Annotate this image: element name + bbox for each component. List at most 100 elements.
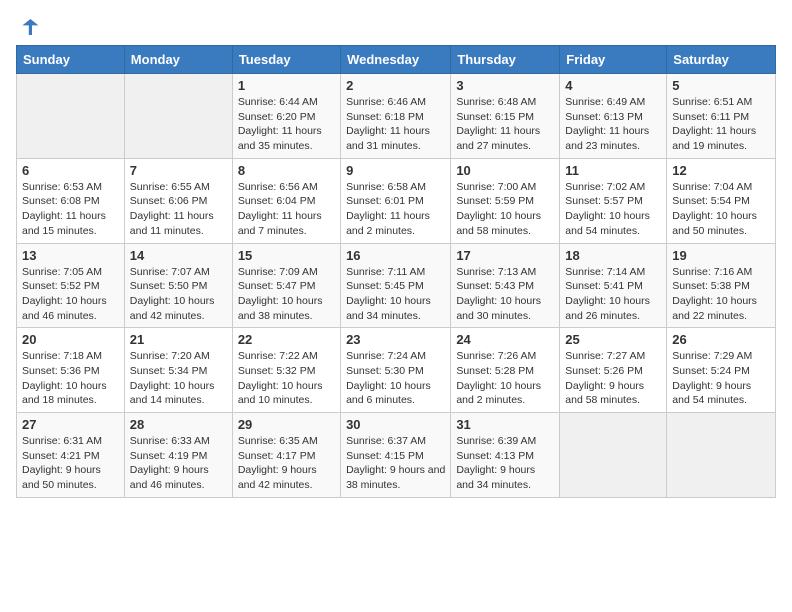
calendar-table: SundayMondayTuesdayWednesdayThursdayFrid… bbox=[16, 45, 776, 498]
day-info: Sunrise: 7:22 AM Sunset: 5:32 PM Dayligh… bbox=[238, 349, 335, 408]
day-number: 11 bbox=[565, 163, 661, 178]
calendar-cell bbox=[560, 413, 667, 498]
day-number: 3 bbox=[456, 78, 554, 93]
day-number: 12 bbox=[672, 163, 770, 178]
calendar-cell: 2 Sunrise: 6:46 AM Sunset: 6:18 PM Daylig… bbox=[341, 74, 451, 159]
weekday-header-friday: Friday bbox=[560, 46, 667, 74]
day-number: 27 bbox=[22, 417, 119, 432]
calendar-week-row: 1 Sunrise: 6:44 AM Sunset: 6:20 PM Daylig… bbox=[17, 74, 776, 159]
day-info: Sunrise: 7:24 AM Sunset: 5:30 PM Dayligh… bbox=[346, 349, 445, 408]
weekday-header-thursday: Thursday bbox=[451, 46, 560, 74]
calendar-cell: 7 Sunrise: 6:55 AM Sunset: 6:06 PM Daylig… bbox=[124, 158, 232, 243]
calendar-cell: 8Sunrise: 6:56 AM Sunset: 6:04 PM Daylig… bbox=[232, 158, 340, 243]
day-number: 7 bbox=[130, 163, 227, 178]
day-info: Sunrise: 7:18 AM Sunset: 5:36 PM Dayligh… bbox=[22, 349, 119, 408]
day-number: 21 bbox=[130, 332, 227, 347]
calendar-cell: 11 Sunrise: 7:02 AM Sunset: 5:57 PM Dayli… bbox=[560, 158, 667, 243]
day-number: 30 bbox=[346, 417, 445, 432]
day-info: Sunrise: 6:44 AM Sunset: 6:20 PM Dayligh… bbox=[238, 95, 335, 154]
day-number: 19 bbox=[672, 248, 770, 263]
day-number: 31 bbox=[456, 417, 554, 432]
calendar-cell: 30 Sunrise: 6:37 AM Sunset: 4:15 PM Dayli… bbox=[341, 413, 451, 498]
day-number: 8 bbox=[238, 163, 335, 178]
day-number: 23 bbox=[346, 332, 445, 347]
calendar-cell: 3Sunrise: 6:48 AM Sunset: 6:15 PM Daylig… bbox=[451, 74, 560, 159]
day-info: Sunrise: 7:11 AM Sunset: 5:45 PM Dayligh… bbox=[346, 265, 445, 324]
day-number: 9 bbox=[346, 163, 445, 178]
day-number: 18 bbox=[565, 248, 661, 263]
calendar-cell: 5 Sunrise: 6:51 AM Sunset: 6:11 PM Daylig… bbox=[667, 74, 776, 159]
day-info: Sunrise: 6:49 AM Sunset: 6:13 PM Dayligh… bbox=[565, 95, 661, 154]
day-number: 13 bbox=[22, 248, 119, 263]
header bbox=[16, 16, 776, 37]
day-number: 29 bbox=[238, 417, 335, 432]
day-info: Sunrise: 7:20 AM Sunset: 5:34 PM Dayligh… bbox=[130, 349, 227, 408]
day-info: Sunrise: 7:09 AM Sunset: 5:47 PM Dayligh… bbox=[238, 265, 335, 324]
day-number: 22 bbox=[238, 332, 335, 347]
day-number: 10 bbox=[456, 163, 554, 178]
calendar-cell: 14Sunrise: 7:07 AM Sunset: 5:50 PM Dayli… bbox=[124, 243, 232, 328]
calendar-week-row: 13 Sunrise: 7:05 AM Sunset: 5:52 PM Dayli… bbox=[17, 243, 776, 328]
day-info: Sunrise: 7:16 AM Sunset: 5:38 PM Dayligh… bbox=[672, 265, 770, 324]
day-info: Sunrise: 7:00 AM Sunset: 5:59 PM Dayligh… bbox=[456, 180, 554, 239]
day-number: 25 bbox=[565, 332, 661, 347]
calendar-cell: 4 Sunrise: 6:49 AM Sunset: 6:13 PM Daylig… bbox=[560, 74, 667, 159]
calendar-week-row: 6 Sunrise: 6:53 AM Sunset: 6:08 PM Daylig… bbox=[17, 158, 776, 243]
calendar-cell: 13 Sunrise: 7:05 AM Sunset: 5:52 PM Dayli… bbox=[17, 243, 125, 328]
calendar-cell: 21 Sunrise: 7:20 AM Sunset: 5:34 PM Dayli… bbox=[124, 328, 232, 413]
calendar-cell: 18 Sunrise: 7:14 AM Sunset: 5:41 PM Dayli… bbox=[560, 243, 667, 328]
calendar-cell: 27 Sunrise: 6:31 AM Sunset: 4:21 PM Dayli… bbox=[17, 413, 125, 498]
calendar-cell: 12 Sunrise: 7:04 AM Sunset: 5:54 PM Dayli… bbox=[667, 158, 776, 243]
day-info: Sunrise: 7:05 AM Sunset: 5:52 PM Dayligh… bbox=[22, 265, 119, 324]
day-info: Sunrise: 6:31 AM Sunset: 4:21 PM Dayligh… bbox=[22, 434, 119, 493]
day-number: 2 bbox=[346, 78, 445, 93]
calendar-cell: 28 Sunrise: 6:33 AM Sunset: 4:19 PM Dayli… bbox=[124, 413, 232, 498]
weekday-header-monday: Monday bbox=[124, 46, 232, 74]
day-number: 4 bbox=[565, 78, 661, 93]
day-number: 15 bbox=[238, 248, 335, 263]
day-number: 17 bbox=[456, 248, 554, 263]
calendar-cell: 23 Sunrise: 7:24 AM Sunset: 5:30 PM Dayli… bbox=[341, 328, 451, 413]
calendar-cell: 10 Sunrise: 7:00 AM Sunset: 5:59 PM Dayli… bbox=[451, 158, 560, 243]
day-info: Sunrise: 6:35 AM Sunset: 4:17 PM Dayligh… bbox=[238, 434, 335, 493]
calendar-cell: 15 Sunrise: 7:09 AM Sunset: 5:47 PM Dayli… bbox=[232, 243, 340, 328]
day-info: Sunrise: 6:39 AM Sunset: 4:13 PM Dayligh… bbox=[456, 434, 554, 493]
day-info: Sunrise: 7:14 AM Sunset: 5:41 PM Dayligh… bbox=[565, 265, 661, 324]
day-info: Sunrise: 6:53 AM Sunset: 6:08 PM Dayligh… bbox=[22, 180, 119, 239]
day-number: 26 bbox=[672, 332, 770, 347]
day-info: Sunrise: 7:02 AM Sunset: 5:57 PM Dayligh… bbox=[565, 180, 661, 239]
calendar-cell: 19 Sunrise: 7:16 AM Sunset: 5:38 PM Dayli… bbox=[667, 243, 776, 328]
weekday-header-row: SundayMondayTuesdayWednesdayThursdayFrid… bbox=[17, 46, 776, 74]
calendar-cell: 1 Sunrise: 6:44 AM Sunset: 6:20 PM Daylig… bbox=[232, 74, 340, 159]
calendar-cell: 31 Sunrise: 6:39 AM Sunset: 4:13 PM Dayli… bbox=[451, 413, 560, 498]
calendar-cell: 24Sunrise: 7:26 AM Sunset: 5:28 PM Dayli… bbox=[451, 328, 560, 413]
day-info: Sunrise: 6:51 AM Sunset: 6:11 PM Dayligh… bbox=[672, 95, 770, 154]
calendar-cell bbox=[667, 413, 776, 498]
day-number: 24 bbox=[456, 332, 554, 347]
day-info: Sunrise: 7:07 AM Sunset: 5:50 PM Dayligh… bbox=[130, 265, 227, 324]
logo-icon bbox=[16, 17, 40, 37]
calendar-cell: 25Sunrise: 7:27 AM Sunset: 5:26 PM Dayli… bbox=[560, 328, 667, 413]
day-info: Sunrise: 6:58 AM Sunset: 6:01 PM Dayligh… bbox=[346, 180, 445, 239]
calendar-week-row: 27 Sunrise: 6:31 AM Sunset: 4:21 PM Dayli… bbox=[17, 413, 776, 498]
day-info: Sunrise: 6:33 AM Sunset: 4:19 PM Dayligh… bbox=[130, 434, 227, 493]
day-number: 28 bbox=[130, 417, 227, 432]
day-info: Sunrise: 6:37 AM Sunset: 4:15 PM Dayligh… bbox=[346, 434, 445, 493]
day-number: 1 bbox=[238, 78, 335, 93]
day-number: 5 bbox=[672, 78, 770, 93]
calendar-week-row: 20Sunrise: 7:18 AM Sunset: 5:36 PM Dayli… bbox=[17, 328, 776, 413]
calendar-cell: 29 Sunrise: 6:35 AM Sunset: 4:17 PM Dayli… bbox=[232, 413, 340, 498]
weekday-header-tuesday: Tuesday bbox=[232, 46, 340, 74]
day-info: Sunrise: 6:46 AM Sunset: 6:18 PM Dayligh… bbox=[346, 95, 445, 154]
weekday-header-saturday: Saturday bbox=[667, 46, 776, 74]
day-number: 6 bbox=[22, 163, 119, 178]
logo bbox=[16, 16, 44, 37]
day-info: Sunrise: 7:04 AM Sunset: 5:54 PM Dayligh… bbox=[672, 180, 770, 239]
day-number: 16 bbox=[346, 248, 445, 263]
calendar-cell: 22 Sunrise: 7:22 AM Sunset: 5:32 PM Dayli… bbox=[232, 328, 340, 413]
day-info: Sunrise: 7:13 AM Sunset: 5:43 PM Dayligh… bbox=[456, 265, 554, 324]
calendar-cell: 26Sunrise: 7:29 AM Sunset: 5:24 PM Dayli… bbox=[667, 328, 776, 413]
calendar-cell: 17 Sunrise: 7:13 AM Sunset: 5:43 PM Dayli… bbox=[451, 243, 560, 328]
calendar-cell bbox=[17, 74, 125, 159]
day-info: Sunrise: 6:55 AM Sunset: 6:06 PM Dayligh… bbox=[130, 180, 227, 239]
